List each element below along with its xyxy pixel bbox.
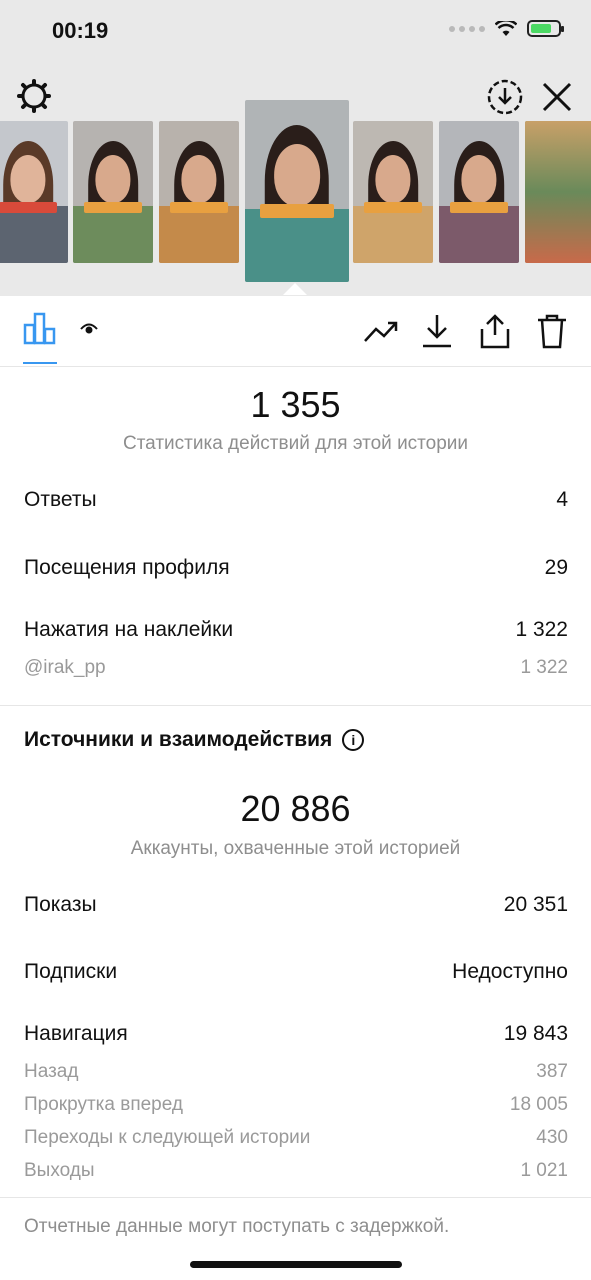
wifi-icon <box>495 20 517 36</box>
stat-row-sticker-mention[interactable]: @irak_pp 1 322 <box>24 657 568 679</box>
nav-row-forward: Прокрутка вперед 18 005 <box>24 1094 568 1116</box>
stat-row-navigation: Навигация 19 843 <box>24 1022 568 1046</box>
bar-chart-icon[interactable] <box>22 310 58 346</box>
stat-label: Подписки <box>24 960 118 983</box>
story-thumbnail[interactable] <box>0 121 68 263</box>
stat-label: Посещения профиля <box>24 556 230 579</box>
battery-icon <box>527 20 564 37</box>
section-title: Источники и взаимодействия i <box>24 728 365 752</box>
signal-icon <box>449 25 485 32</box>
status-icons <box>449 20 564 37</box>
nav-row-exits: Выходы 1 021 <box>24 1160 568 1182</box>
section-title-text: Источники и взаимодействия <box>24 728 333 751</box>
stat-label: Нажатия на наклейки <box>24 618 234 641</box>
stat-row-replies: Ответы 4 <box>24 488 568 512</box>
story-thumbnails <box>0 100 591 290</box>
stat-value: 1 322 <box>520 657 568 678</box>
actions-caption: Статистика действий для этой истории <box>122 433 469 454</box>
story-thumbnail[interactable] <box>525 121 591 263</box>
stat-value: 1 021 <box>520 1160 568 1181</box>
stat-label: Навигация <box>24 1022 128 1045</box>
stat-row-follows: Подписки Недоступно <box>24 960 568 984</box>
stat-value: 20 351 <box>503 893 568 916</box>
stat-value: 18 005 <box>509 1094 568 1115</box>
stat-value: 29 <box>544 556 568 579</box>
share-icon[interactable] <box>478 312 512 350</box>
nav-row-next-story: Переходы к следующей истории 430 <box>24 1127 568 1149</box>
insights-toolbar <box>0 296 591 367</box>
stat-label: Показы <box>24 893 97 916</box>
story-thumbnail[interactable] <box>159 121 239 263</box>
story-thumbnail[interactable] <box>73 121 153 263</box>
trending-icon[interactable] <box>362 314 400 348</box>
stat-label: Выходы <box>24 1160 95 1181</box>
section-divider <box>0 705 591 706</box>
stat-value: Недоступно <box>452 960 568 983</box>
stat-value: 387 <box>536 1061 568 1082</box>
stat-label: Переходы к следующей истории <box>24 1127 311 1148</box>
reach-total: 20 886 <box>240 788 351 829</box>
story-thumbnail-active[interactable] <box>245 100 349 282</box>
reach-caption: Аккаунты, охваченные этой историей <box>130 838 461 859</box>
stat-label: @irak_pp <box>24 657 106 678</box>
active-tab-indicator <box>23 362 57 364</box>
stat-row-impressions: Показы 20 351 <box>24 893 568 917</box>
home-indicator[interactable] <box>190 1261 402 1268</box>
story-header: 00:19 <box>0 0 591 296</box>
stat-row-sticker-taps: Нажатия на наклейки 1 322 <box>24 618 568 642</box>
stat-value: 1 322 <box>515 618 568 641</box>
download-icon[interactable] <box>420 312 454 350</box>
active-story-pointer <box>283 283 307 295</box>
story-thumbnail[interactable] <box>439 121 519 263</box>
stat-label: Назад <box>24 1061 79 1082</box>
footer-divider <box>0 1197 591 1198</box>
footer-note: Отчетные данные могут поступать с задерж… <box>24 1216 450 1237</box>
actions-total: 1 355 <box>250 384 341 425</box>
status-time: 00:19 <box>52 18 109 43</box>
trash-icon[interactable] <box>535 312 569 350</box>
stat-label: Ответы <box>24 488 97 511</box>
stat-label: Прокрутка вперед <box>24 1094 183 1115</box>
story-thumbnail[interactable] <box>353 121 433 263</box>
stat-value: 4 <box>556 488 568 511</box>
stat-value: 430 <box>536 1127 568 1148</box>
info-icon[interactable]: i <box>342 729 365 751</box>
nav-row-back: Назад 387 <box>24 1061 568 1083</box>
stat-row-profile-visits: Посещения профиля 29 <box>24 556 568 580</box>
stat-value: 19 843 <box>503 1022 568 1045</box>
eye-icon[interactable] <box>78 320 100 338</box>
